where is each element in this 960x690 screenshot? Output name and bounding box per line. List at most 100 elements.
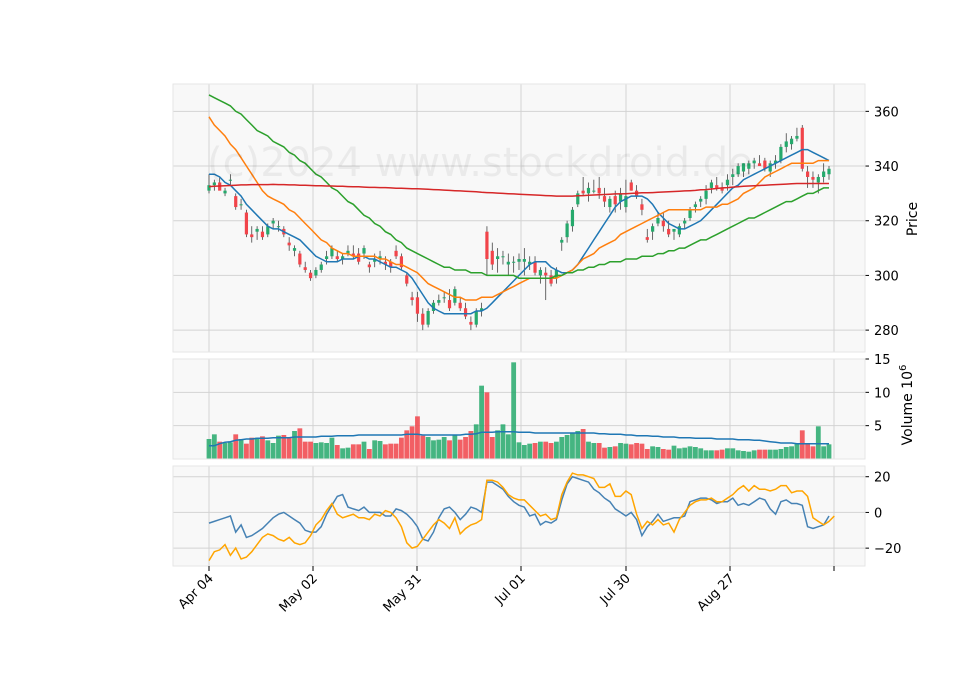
candle-down [303, 267, 307, 270]
volume-bar [586, 441, 591, 459]
candle-up [426, 310, 430, 325]
volume-bar [393, 443, 399, 459]
volume-bar [570, 433, 575, 459]
candle-down [597, 187, 601, 194]
volume-bar [532, 443, 538, 459]
volume-bar [270, 443, 276, 459]
price-ytick-label: 280 [874, 324, 899, 339]
volume-bar [778, 449, 784, 459]
volume-bar [655, 447, 661, 459]
volume-bar [350, 444, 356, 459]
volume-bar [318, 442, 324, 459]
candle-down [602, 196, 607, 202]
volume-bar [783, 447, 789, 459]
candle-down [811, 176, 815, 180]
volume-bar [548, 443, 554, 459]
volume-bar [741, 451, 746, 459]
volume-bar [399, 437, 404, 459]
volume-bar [815, 426, 821, 459]
candle-down [244, 212, 249, 235]
price-axis-label: Price [905, 202, 921, 236]
candle-up [608, 198, 612, 208]
volume-bar [559, 437, 565, 459]
candle-up [704, 190, 708, 199]
oscillator-ytick-label: 20 [874, 471, 891, 486]
volume-bar [265, 440, 271, 459]
candle-down [667, 228, 671, 235]
volume-panel: 5 10 15 [172, 353, 891, 460]
volume-bar [244, 443, 249, 459]
volume-bar [805, 443, 811, 459]
candle-down [490, 250, 494, 265]
candle-up [586, 187, 591, 194]
volume-bar [767, 449, 773, 459]
volume-bar [537, 441, 543, 459]
candle-up [239, 204, 243, 206]
volume-bar [409, 426, 415, 459]
volume-bar [313, 443, 319, 459]
candle-down [463, 308, 468, 317]
volume-bar [233, 434, 239, 459]
candle-up [677, 226, 681, 235]
price-panel: 280 300 320 340 360 [172, 83, 899, 353]
volume-bar [372, 440, 378, 459]
volume-bar [527, 443, 533, 459]
volume-bar [810, 446, 816, 459]
candle-up [672, 228, 676, 232]
candle-up [319, 264, 323, 270]
volume-bar [799, 430, 805, 459]
volume-bar [602, 447, 607, 459]
candle-up [512, 261, 516, 263]
candle-up [827, 168, 831, 175]
candle-down [394, 250, 398, 257]
candle-down [640, 204, 644, 210]
volume-ytick-label: 15 [874, 353, 891, 368]
candle-up [362, 248, 366, 254]
candle-up [496, 256, 500, 260]
candle-down [421, 313, 425, 325]
candle-up [255, 228, 259, 232]
volume-bar [757, 449, 762, 459]
volume-bar [425, 437, 431, 459]
candle-down [260, 231, 265, 238]
volume-bar [468, 431, 474, 459]
price-plot-area [173, 84, 865, 352]
volume-bar [382, 444, 388, 459]
candle-down [613, 196, 617, 205]
volume-bar [591, 443, 597, 459]
volume-bar [692, 447, 698, 459]
volume-bar [698, 448, 704, 459]
volume-bar [345, 447, 351, 459]
volume-bar [431, 440, 436, 459]
volume-ytick-label: 10 [874, 386, 891, 401]
candle-up [795, 135, 799, 139]
volume-bar [660, 449, 666, 459]
volume-bar [612, 446, 618, 459]
candle-down [757, 163, 762, 167]
price-ytick-label: 300 [874, 269, 899, 284]
candle-up [789, 138, 794, 145]
volume-bar [596, 443, 602, 459]
volume-bar [687, 446, 693, 459]
candle-up [474, 310, 478, 325]
candle-up [437, 300, 441, 303]
volume-bar [297, 428, 303, 459]
volume-bar [682, 447, 688, 459]
candle-up [656, 218, 660, 224]
volume-bar [420, 435, 426, 459]
volume-bar [340, 448, 346, 459]
volume-axis-label-exponent: 6 [898, 365, 909, 371]
candle-down [415, 297, 420, 314]
volume-bar [500, 424, 506, 459]
volume-bar [676, 448, 682, 459]
volume-bar [366, 449, 372, 459]
candle-up [822, 171, 826, 177]
volume-ytick-label: 5 [874, 420, 882, 435]
candle-up [816, 176, 820, 183]
volume-bar [324, 443, 329, 459]
volume-bar [628, 444, 634, 459]
candle-up [570, 209, 575, 227]
candle-up [592, 190, 596, 192]
candle-up [442, 297, 446, 299]
volume-bar [618, 443, 623, 459]
